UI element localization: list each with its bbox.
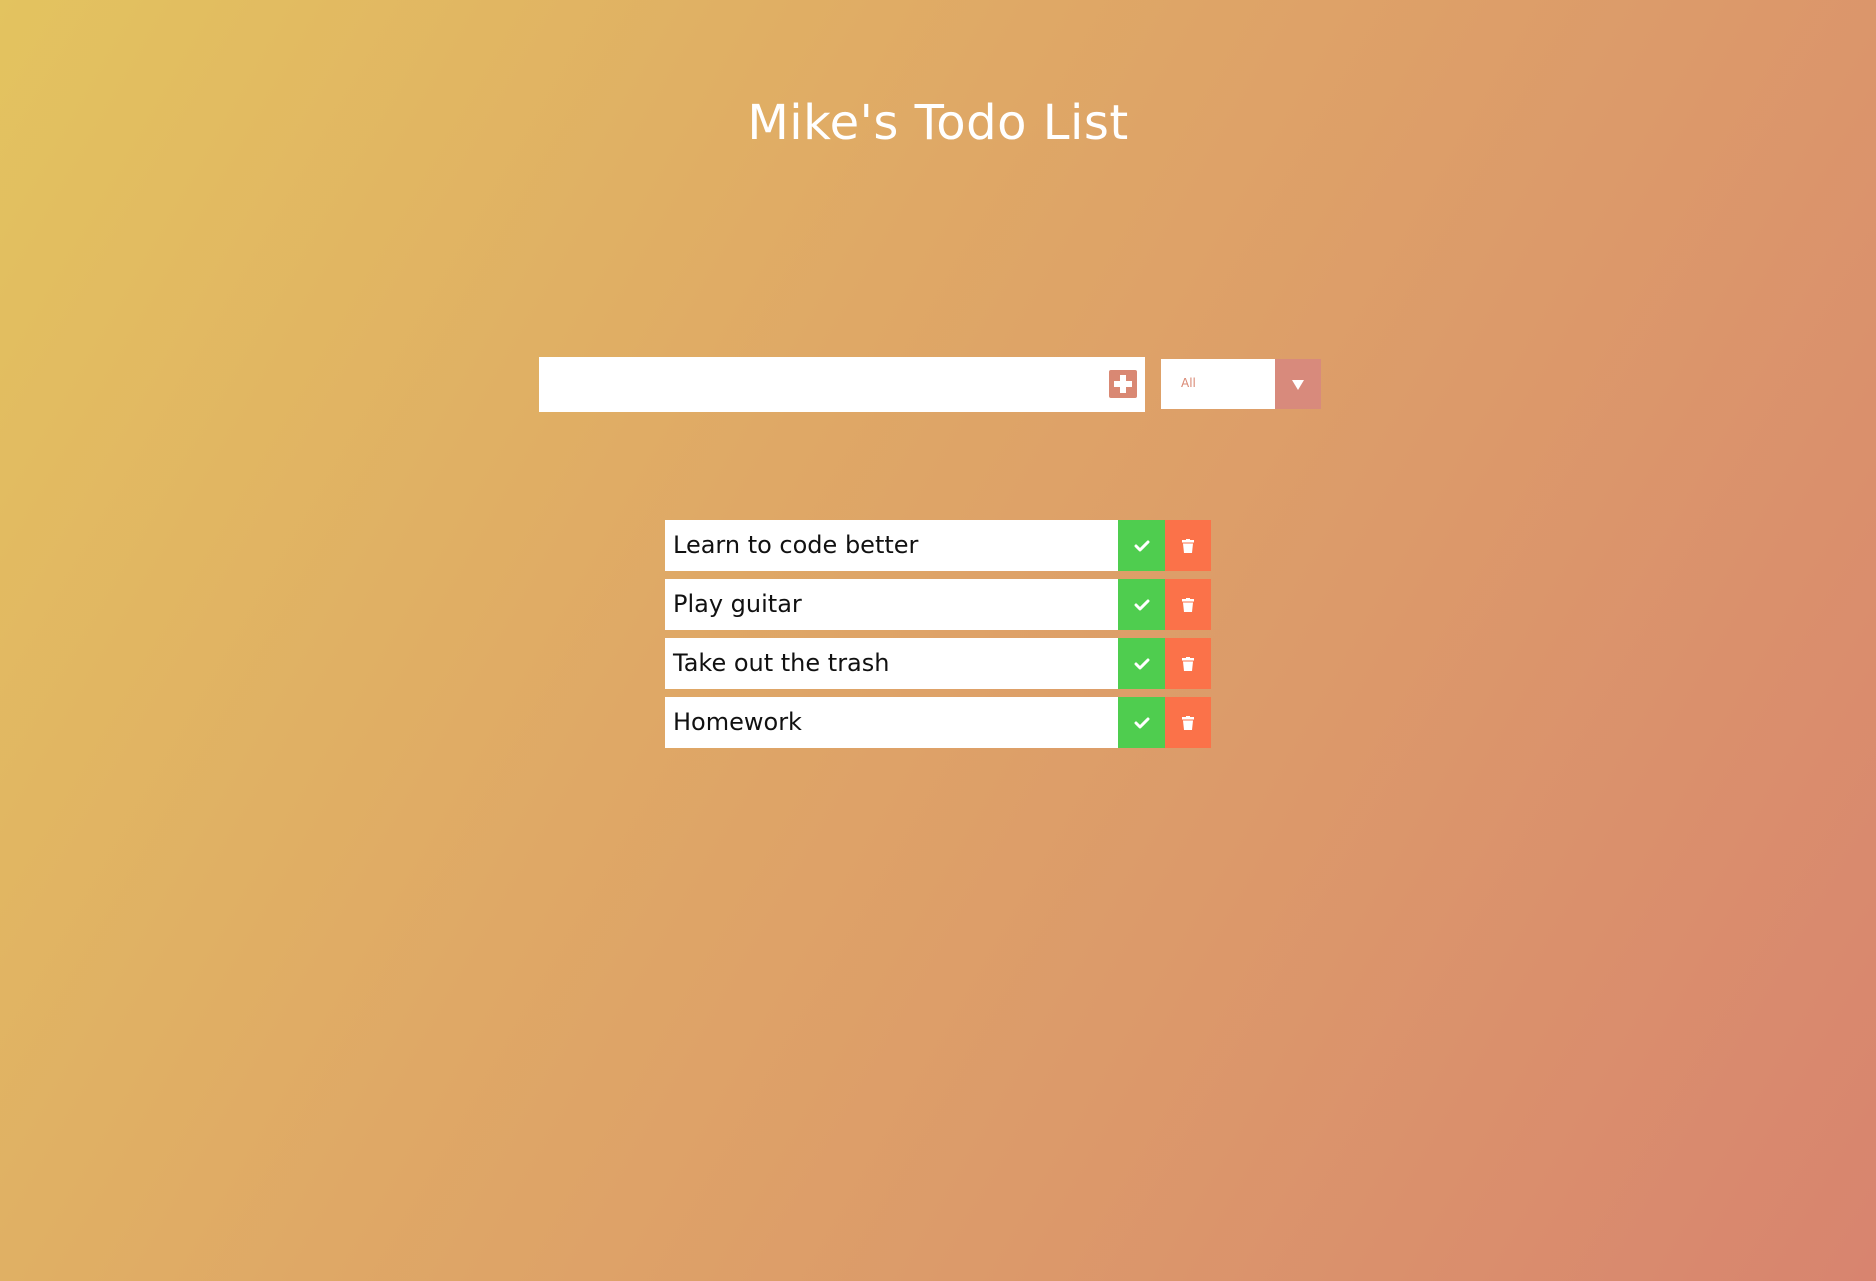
trash-icon (1182, 715, 1194, 730)
complete-button[interactable] (1118, 520, 1165, 571)
page-title: Mike's Todo List (747, 95, 1129, 151)
trash-icon (1182, 656, 1194, 671)
caret-down-icon (1292, 380, 1304, 390)
plus-square-icon (1114, 375, 1132, 393)
trash-icon (1182, 597, 1194, 612)
todo-text: Homework (673, 708, 802, 736)
todo-item: Play guitar (665, 579, 1211, 630)
filter-select[interactable]: All (1161, 359, 1321, 409)
todo-input[interactable] (539, 357, 1079, 412)
filter-dropdown-button[interactable] (1275, 359, 1321, 409)
todo-form: All (539, 357, 1321, 412)
delete-button[interactable] (1165, 638, 1211, 689)
check-icon (1134, 599, 1149, 610)
todo-list: Learn to code better Play guitar Take ou… (665, 520, 1211, 756)
filter-selected-value: All (1181, 376, 1196, 390)
todo-text: Play guitar (673, 590, 802, 618)
todo-item: Take out the trash (665, 638, 1211, 689)
check-icon (1134, 540, 1149, 551)
todo-text: Learn to code better (673, 531, 919, 559)
delete-button[interactable] (1165, 520, 1211, 571)
todo-input-container (539, 357, 1145, 412)
todo-item: Learn to code better (665, 520, 1211, 571)
complete-button[interactable] (1118, 638, 1165, 689)
delete-button[interactable] (1165, 697, 1211, 748)
trash-icon (1182, 538, 1194, 553)
check-icon (1134, 658, 1149, 669)
todo-item: Homework (665, 697, 1211, 748)
check-icon (1134, 717, 1149, 728)
complete-button[interactable] (1118, 579, 1165, 630)
add-todo-button[interactable] (1109, 370, 1137, 398)
complete-button[interactable] (1118, 697, 1165, 748)
todo-text: Take out the trash (673, 649, 890, 677)
delete-button[interactable] (1165, 579, 1211, 630)
